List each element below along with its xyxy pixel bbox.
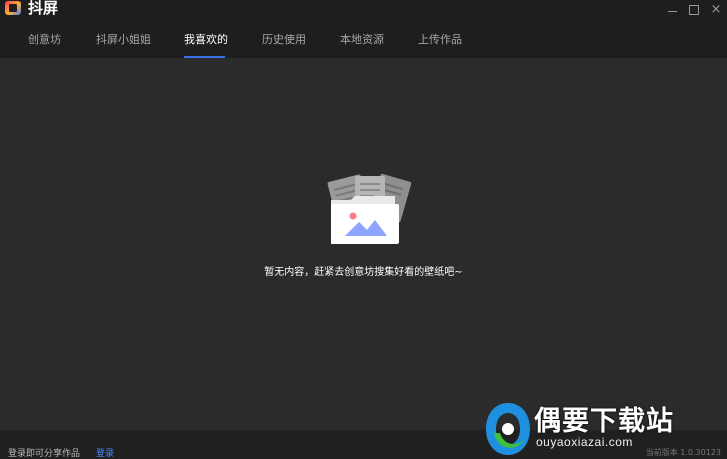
empty-state-message: 暂无内容，赶紧去创意坊搜集好看的壁纸吧~ xyxy=(264,267,463,278)
tab-douping-girls[interactable]: 抖屏小姐姐 xyxy=(96,31,151,47)
empty-folder-icon xyxy=(327,173,412,244)
tab-favorites[interactable]: 我喜欢的 xyxy=(184,31,228,47)
tab-uploads[interactable]: 上传作品 xyxy=(418,31,462,47)
tab-bar: 创意坊 抖屏小姐姐 我喜欢的 历史使用 本地资源 上传作品 xyxy=(0,18,727,58)
watermark-logo-icon xyxy=(486,403,530,455)
site-watermark: 偶要下载站 ouyaoxiazai.com xyxy=(484,399,724,459)
close-icon: × xyxy=(710,1,722,17)
main-content: 暂无内容，赶紧去创意坊搜集好看的壁纸吧~ xyxy=(0,58,727,430)
watermark-url: ouyaoxiazai.com xyxy=(536,435,633,449)
tab-history[interactable]: 历史使用 xyxy=(262,31,306,47)
title-bar: 抖屏 × xyxy=(0,0,727,18)
share-prompt: 登录即可分享作品 xyxy=(8,449,81,459)
maximize-icon xyxy=(689,5,699,15)
app-logo-icon xyxy=(5,1,21,15)
watermark-title: 偶要下载站 xyxy=(534,406,674,437)
close-button[interactable]: × xyxy=(705,0,727,18)
maximize-button[interactable] xyxy=(683,0,705,18)
app-title: 抖屏 xyxy=(28,0,59,17)
tab-local-resources[interactable]: 本地资源 xyxy=(340,31,384,47)
minimize-icon xyxy=(667,10,677,12)
login-link[interactable]: 登录 xyxy=(96,446,114,459)
tab-creative-workshop[interactable]: 创意坊 xyxy=(28,31,61,47)
window-controls: × xyxy=(661,0,727,18)
minimize-button[interactable] xyxy=(661,0,683,18)
